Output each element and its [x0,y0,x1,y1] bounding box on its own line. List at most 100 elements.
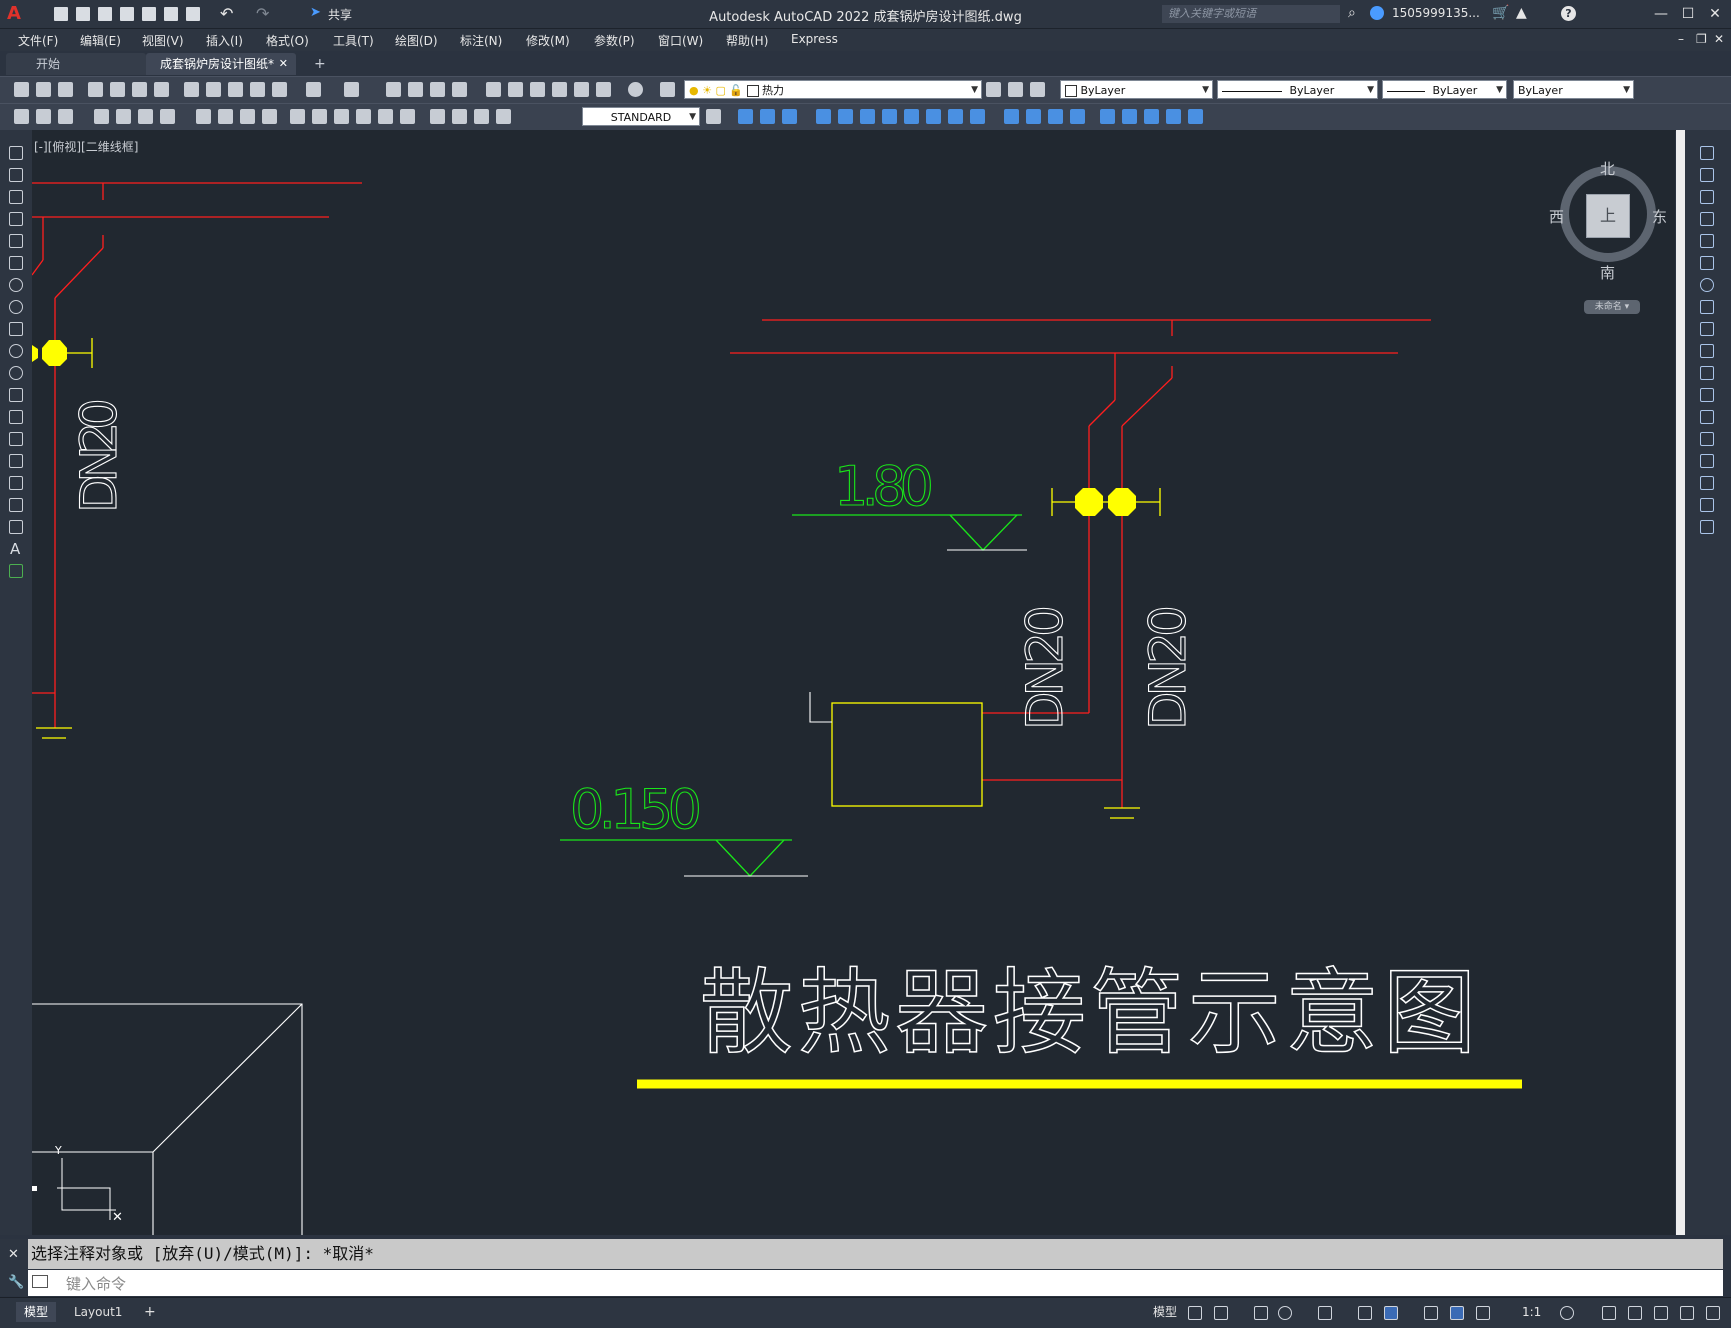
help-icon[interactable] [628,82,643,97]
dim-break-icon[interactable] [312,109,327,124]
layer-dropdown[interactable]: ● ☀ ▢ 🔓 热力 ▼ [684,80,982,99]
dim-arc-icon[interactable] [58,109,73,124]
3d-slice-icon[interactable] [948,109,963,124]
blend-curves-icon[interactable] [1700,498,1714,512]
menu-draw[interactable]: 绘图(D) [395,32,438,49]
line-icon[interactable] [9,146,23,160]
polar-icon[interactable] [1278,1306,1292,1320]
3d-section-icon[interactable] [970,109,985,124]
polyline-icon[interactable] [9,190,23,204]
model-space-button[interactable]: 模型 [1145,1302,1185,1322]
add-layout-button[interactable]: + [136,1302,164,1322]
inspection-icon[interactable] [378,109,393,124]
3d-mirror-icon[interactable] [904,109,919,124]
array-icon[interactable] [1700,234,1714,248]
minimize-button[interactable]: — [1650,4,1672,24]
stretch-icon[interactable] [1700,322,1714,336]
lineweight-icon[interactable] [1424,1306,1438,1320]
drawing-canvas[interactable]: [-][俯视][二维线框] DN20 DN20 DN20 1.80 0.150 … [32,130,1675,1235]
zoom-realtime-icon[interactable] [408,82,423,97]
viewcube[interactable]: 上 北 南 西 东 未命名 ▾ [1549,154,1667,314]
quick-dim-icon[interactable] [218,109,233,124]
lineweight-dropdown[interactable]: ByLayer ▼ [1382,80,1507,99]
sheet-set-icon[interactable] [552,82,567,97]
new-tab-button[interactable]: + [306,53,334,75]
3d-scale-icon[interactable] [926,109,941,124]
object-snap-icon[interactable] [1384,1306,1398,1320]
menu-help[interactable]: 帮助(H) [726,32,768,49]
plus-icon[interactable] [1602,1306,1616,1320]
3d-loft-icon[interactable] [1070,109,1085,124]
make-block-icon[interactable] [9,410,23,424]
add-selected-icon[interactable] [9,564,23,578]
pipe-size-label[interactable]: DN20 [69,397,128,513]
design-center-icon[interactable] [508,82,523,97]
3d-shell-icon[interactable] [1166,109,1181,124]
plot-preview-icon[interactable] [110,82,125,97]
share-icon[interactable]: ➤ [310,5,321,20]
menu-view[interactable]: 视图(V) [142,32,184,49]
dim-aligned-icon[interactable] [36,109,51,124]
tab-drawing[interactable]: 成套锅炉房设计图纸* ✕ [146,53,296,75]
tool-palettes-icon[interactable] [530,82,545,97]
maximize-button[interactable]: ☐ [1677,4,1699,24]
menu-dimension[interactable]: 标注(N) [460,32,502,49]
osnap-tracking-icon[interactable] [1318,1306,1332,1320]
save-web-icon[interactable] [164,7,178,21]
grid-icon[interactable] [1188,1306,1202,1320]
ortho-icon[interactable] [1254,1306,1268,1320]
layout1-tab[interactable]: Layout1 [66,1302,130,1322]
layer-previous-icon[interactable] [1008,82,1023,97]
pipe-size-label[interactable]: DN20 [1138,604,1197,730]
doc-close-button[interactable]: ✕ [1714,32,1724,46]
doc-minimize-button[interactable]: – [1678,32,1684,46]
valve-icon[interactable] [1108,488,1136,516]
clean-screen-icon[interactable] [1680,1306,1694,1320]
dim-radius-icon[interactable] [116,109,131,124]
construction-line-icon[interactable] [9,168,23,182]
point-icon[interactable] [9,432,23,446]
center-mark-icon[interactable] [356,109,371,124]
menu-express[interactable]: Express [791,32,838,46]
3d-union-icon[interactable] [782,109,797,124]
linetype-dropdown[interactable]: ByLayer ▼ [1217,80,1378,99]
3d-thicken-icon[interactable] [1188,109,1203,124]
dim-angular-icon[interactable] [196,109,211,124]
menu-file[interactable]: 文件(F) [18,32,58,49]
hatch-icon[interactable] [9,454,23,468]
customize-wrench-icon[interactable]: 🔧 [8,1275,24,1290]
plotstyle-dropdown[interactable]: ByLayer ▼ [1513,80,1634,99]
user-name[interactable]: 1505999135... [1392,6,1480,20]
move-icon[interactable] [1700,256,1714,270]
elevation-mark[interactable]: 1.80 [792,454,1027,551]
scale-icon[interactable] [1700,300,1714,314]
dim-style-icon[interactable] [496,109,511,124]
redo-icon[interactable] [344,82,359,97]
3d-presspull-icon[interactable] [1100,109,1115,124]
share-button[interactable]: 共享 [328,6,352,23]
cut-icon[interactable] [184,82,199,97]
make-current-icon[interactable] [986,82,1001,97]
menu-window[interactable]: 窗口(W) [658,32,703,49]
open-web-icon[interactable] [142,7,156,21]
elevation-mark[interactable]: 0.150 [560,777,808,877]
autodesk-app-icon[interactable]: ▲ [1516,5,1527,21]
auto-scale-icon[interactable] [1476,1306,1490,1320]
dim-edit-icon[interactable] [430,109,445,124]
jogged-linear-icon[interactable] [400,109,415,124]
copy-icon[interactable] [206,82,221,97]
dim-update-icon[interactable] [474,109,489,124]
menu-insert[interactable]: 插入(I) [206,32,243,49]
gradient-icon[interactable] [9,476,23,490]
menu-modify[interactable]: 修改(M) [526,32,570,49]
table-icon[interactable] [9,520,23,534]
save-as-icon[interactable] [120,7,134,21]
join-icon[interactable] [1700,432,1714,446]
menu-edit[interactable]: 编辑(E) [80,32,121,49]
radiator-schematic[interactable]: DN20 DN20 1.80 0.150 散热器接管示意图 [560,319,1522,1089]
user-icon[interactable] [1370,6,1384,20]
properties-icon[interactable] [486,82,501,97]
vertical-scrollbar[interactable] [1676,130,1685,1235]
extend-icon[interactable] [1700,366,1714,380]
insert-block-icon[interactable] [9,388,23,402]
